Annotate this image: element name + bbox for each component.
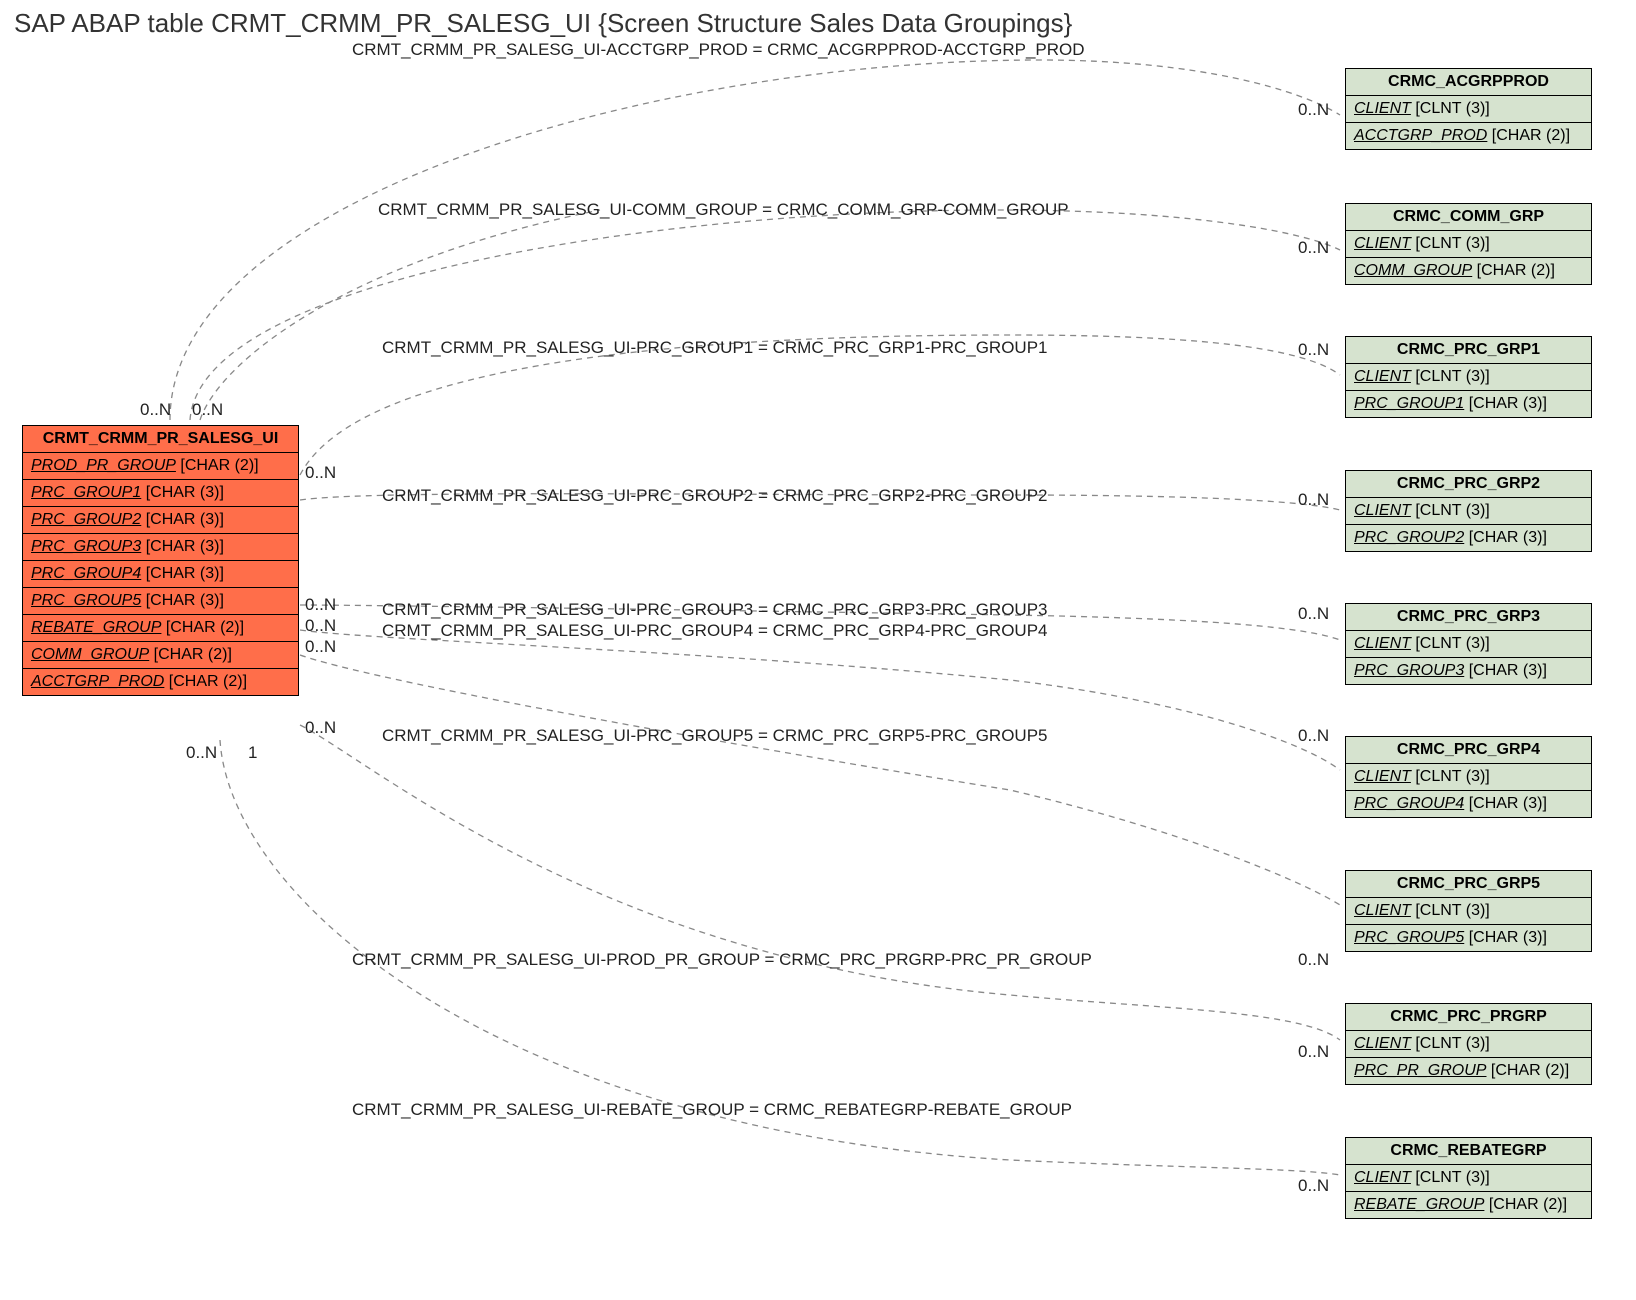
cardinality: 0..N: [1298, 340, 1329, 360]
entity-field: PROD_PR_GROUP [CHAR (2)]: [23, 453, 298, 480]
rel-label: CRMT_CRMM_PR_SALESG_UI-PRC_GROUP1 = CRMC…: [382, 338, 1048, 358]
rel-label: CRMT_CRMM_PR_SALESG_UI-REBATE_GROUP = CR…: [352, 1100, 1072, 1120]
cardinality: 0..N: [1298, 1176, 1329, 1196]
entity-field: REBATE_GROUP [CHAR (2)]: [23, 615, 298, 642]
entity-field: CLIENT [CLNT (3)]: [1346, 764, 1591, 791]
cardinality: 0..N: [1298, 604, 1329, 624]
rel-label: CRMT_CRMM_PR_SALESG_UI-PROD_PR_GROUP = C…: [352, 950, 1092, 970]
entity-field: COMM_GROUP [CHAR (2)]: [1346, 258, 1591, 284]
entity-field: CLIENT [CLNT (3)]: [1346, 1165, 1591, 1192]
entity-ref-0: CRMC_ACGRPPROD CLIENT [CLNT (3)] ACCTGRP…: [1345, 68, 1592, 150]
entity-field: CLIENT [CLNT (3)]: [1346, 1031, 1591, 1058]
cardinality: 0..N: [305, 616, 336, 636]
entity-field: PRC_GROUP3 [CHAR (3)]: [23, 534, 298, 561]
entity-field: PRC_GROUP1 [CHAR (3)]: [23, 480, 298, 507]
entity-field: REBATE_GROUP [CHAR (2)]: [1346, 1192, 1591, 1218]
entity-field: PRC_GROUP4 [CHAR (3)]: [23, 561, 298, 588]
entity-header: CRMC_PRC_GRP2: [1346, 471, 1591, 498]
entity-header: CRMC_PRC_GRP1: [1346, 337, 1591, 364]
cardinality: 0..N: [1298, 1042, 1329, 1062]
cardinality: 0..N: [186, 743, 217, 763]
entity-header: CRMC_PRC_PRGRP: [1346, 1004, 1591, 1031]
cardinality: 0..N: [1298, 238, 1329, 258]
entity-field: PRC_GROUP2 [CHAR (3)]: [1346, 525, 1591, 551]
cardinality: 0..N: [305, 463, 336, 483]
entity-field: CLIENT [CLNT (3)]: [1346, 364, 1591, 391]
entity-field: PRC_GROUP3 [CHAR (3)]: [1346, 658, 1591, 684]
entity-field: ACCTGRP_PROD [CHAR (2)]: [1346, 123, 1591, 149]
entity-header: CRMC_REBATEGRP: [1346, 1138, 1591, 1165]
cardinality: 1: [248, 743, 257, 763]
cardinality: 0..N: [1298, 100, 1329, 120]
entity-header: CRMC_ACGRPPROD: [1346, 69, 1591, 96]
entity-ref-7: CRMC_PRC_PRGRP CLIENT [CLNT (3)] PRC_PR_…: [1345, 1003, 1592, 1085]
entity-field: CLIENT [CLNT (3)]: [1346, 631, 1591, 658]
page-title: SAP ABAP table CRMT_CRMM_PR_SALESG_UI {S…: [14, 8, 1072, 39]
rel-label: CRMT_CRMM_PR_SALESG_UI-PRC_GROUP5 = CRMC…: [382, 726, 1048, 746]
cardinality: 0..N: [1298, 490, 1329, 510]
rel-label: CRMT_CRMM_PR_SALESG_UI-PRC_GROUP4 = CRMC…: [382, 621, 1048, 641]
entity-header: CRMC_PRC_GRP5: [1346, 871, 1591, 898]
entity-field: PRC_PR_GROUP [CHAR (2)]: [1346, 1058, 1591, 1084]
entity-ref-3: CRMC_PRC_GRP2 CLIENT [CLNT (3)] PRC_GROU…: [1345, 470, 1592, 552]
entity-field: PRC_GROUP5 [CHAR (3)]: [23, 588, 298, 615]
entity-field: PRC_GROUP1 [CHAR (3)]: [1346, 391, 1591, 417]
entity-ref-5: CRMC_PRC_GRP4 CLIENT [CLNT (3)] PRC_GROU…: [1345, 736, 1592, 818]
entity-ref-8: CRMC_REBATEGRP CLIENT [CLNT (3)] REBATE_…: [1345, 1137, 1592, 1219]
entity-field: ACCTGRP_PROD [CHAR (2)]: [23, 669, 298, 695]
entity-main: CRMT_CRMM_PR_SALESG_UI PROD_PR_GROUP [CH…: [22, 425, 299, 696]
rel-label: CRMT_CRMM_PR_SALESG_UI-PRC_GROUP2 = CRMC…: [382, 486, 1048, 506]
entity-header: CRMC_PRC_GRP4: [1346, 737, 1591, 764]
entity-ref-4: CRMC_PRC_GRP3 CLIENT [CLNT (3)] PRC_GROU…: [1345, 603, 1592, 685]
entity-ref-2: CRMC_PRC_GRP1 CLIENT [CLNT (3)] PRC_GROU…: [1345, 336, 1592, 418]
entity-field: PRC_GROUP2 [CHAR (3)]: [23, 507, 298, 534]
entity-field: PRC_GROUP5 [CHAR (3)]: [1346, 925, 1591, 951]
entity-field: PRC_GROUP4 [CHAR (3)]: [1346, 791, 1591, 817]
cardinality: 0..N: [305, 595, 336, 615]
entity-ref-1: CRMC_COMM_GRP CLIENT [CLNT (3)] COMM_GRO…: [1345, 203, 1592, 285]
entity-ref-6: CRMC_PRC_GRP5 CLIENT [CLNT (3)] PRC_GROU…: [1345, 870, 1592, 952]
rel-label: CRMT_CRMM_PR_SALESG_UI-ACCTGRP_PROD = CR…: [352, 40, 1085, 60]
rel-label: CRMT_CRMM_PR_SALESG_UI-COMM_GROUP = CRMC…: [378, 200, 1069, 220]
entity-header: CRMC_PRC_GRP3: [1346, 604, 1591, 631]
cardinality: 0..N: [305, 718, 336, 738]
cardinality: 0..N: [192, 400, 223, 420]
entity-field: COMM_GROUP [CHAR (2)]: [23, 642, 298, 669]
cardinality: 0..N: [305, 637, 336, 657]
rel-label: CRMT_CRMM_PR_SALESG_UI-PRC_GROUP3 = CRMC…: [382, 600, 1048, 620]
cardinality: 0..N: [1298, 726, 1329, 746]
entity-field: CLIENT [CLNT (3)]: [1346, 498, 1591, 525]
entity-field: CLIENT [CLNT (3)]: [1346, 231, 1591, 258]
entity-header: CRMC_COMM_GRP: [1346, 204, 1591, 231]
entity-field: CLIENT [CLNT (3)]: [1346, 96, 1591, 123]
cardinality: 0..N: [140, 400, 171, 420]
cardinality: 0..N: [1298, 950, 1329, 970]
entity-field: CLIENT [CLNT (3)]: [1346, 898, 1591, 925]
entity-main-header: CRMT_CRMM_PR_SALESG_UI: [23, 426, 298, 453]
